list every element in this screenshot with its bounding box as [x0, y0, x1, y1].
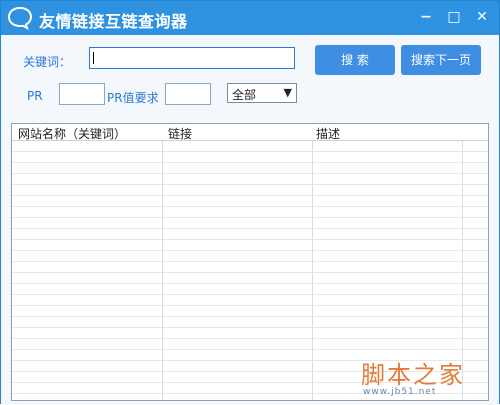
- table-row[interactable]: [12, 284, 488, 295]
- keyword-input[interactable]: [89, 47, 295, 69]
- close-button[interactable]: ✕: [473, 8, 491, 26]
- title-bar: 友情链接互链查询器 − □ ✕: [1, 1, 499, 35]
- column-header-description[interactable]: 描述: [316, 125, 340, 142]
- pr-required-label: PR值要求: [107, 91, 159, 105]
- table-row[interactable]: [12, 141, 488, 152]
- table-row[interactable]: [12, 273, 488, 284]
- column-header-site-name[interactable]: 网站名称（关键词）: [18, 125, 126, 142]
- pr-required-input[interactable]: [165, 83, 211, 105]
- table-row[interactable]: [12, 152, 488, 163]
- table-row[interactable]: [12, 240, 488, 251]
- table-row[interactable]: [12, 229, 488, 240]
- chevron-down-icon: ▼: [283, 86, 292, 99]
- maximize-button[interactable]: □: [445, 8, 463, 26]
- main-panel: 关键词： 搜 索 搜索下一页 PR PR值要求 全部 ▼ 网站名称（关键词） 链…: [1, 35, 499, 405]
- table-row[interactable]: [12, 218, 488, 229]
- table-row[interactable]: [12, 174, 488, 185]
- table-header: 网站名称（关键词） 链接 描述: [12, 124, 488, 141]
- table-row[interactable]: [12, 328, 488, 339]
- table-row[interactable]: [12, 163, 488, 174]
- search-next-page-button[interactable]: 搜索下一页: [401, 45, 481, 75]
- column-header-link[interactable]: 链接: [168, 125, 192, 142]
- table-row[interactable]: [12, 196, 488, 207]
- watermark-sub-text: www.jb51.net: [363, 387, 437, 397]
- table-row[interactable]: [12, 317, 488, 328]
- table-row[interactable]: [12, 306, 488, 317]
- minimize-button[interactable]: −: [417, 8, 435, 26]
- app-window: 友情链接互链查询器 − □ ✕ 关键词： 搜 索 搜索下一页 PR PR值要求 …: [0, 0, 500, 405]
- table-row[interactable]: [12, 339, 488, 350]
- watermark-main-text: 脚本之家: [361, 361, 465, 389]
- watermark-logo: 脚本之家 www.jb51.net: [361, 355, 493, 401]
- filter-select[interactable]: 全部 ▼: [227, 83, 297, 103]
- pr-label: PR: [27, 89, 43, 103]
- text-caret: [93, 52, 94, 64]
- table-row[interactable]: [12, 262, 488, 273]
- table-row[interactable]: [12, 295, 488, 306]
- window-title: 友情链接互链查询器: [39, 12, 188, 31]
- search-button[interactable]: 搜 索: [315, 45, 395, 75]
- table-row[interactable]: [12, 185, 488, 196]
- speech-bubble-icon: [7, 6, 33, 31]
- keyword-label: 关键词：: [23, 55, 72, 69]
- filter-selected-value: 全部: [232, 88, 257, 102]
- table-row[interactable]: [12, 251, 488, 262]
- pr-input[interactable]: [59, 83, 105, 105]
- table-row[interactable]: [12, 207, 488, 218]
